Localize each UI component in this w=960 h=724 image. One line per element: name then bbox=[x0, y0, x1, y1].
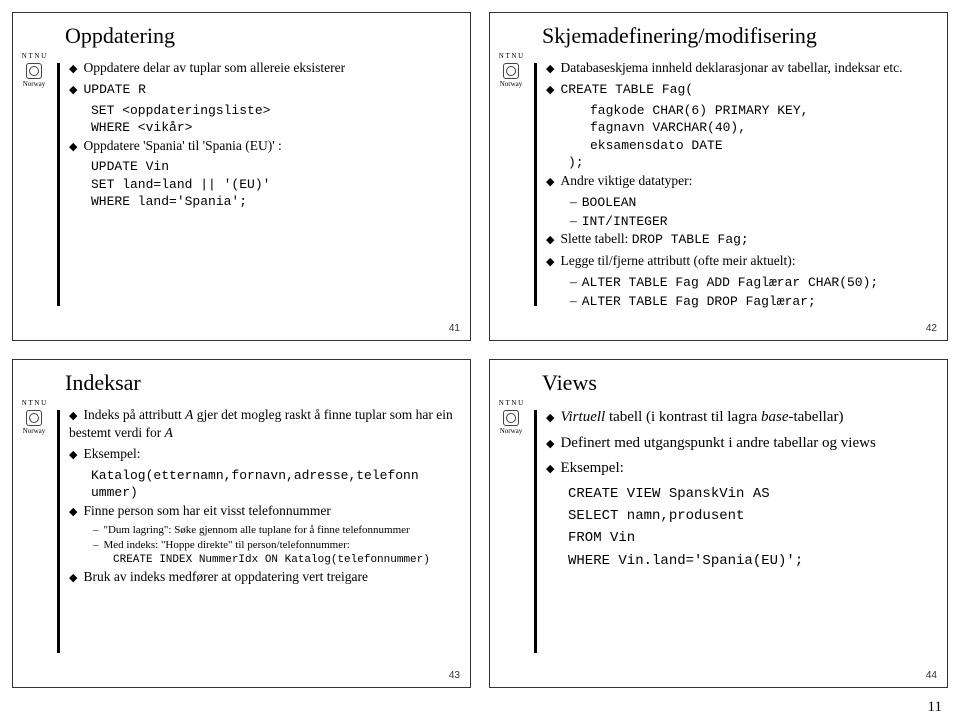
code-line: SELECT namn,produsent bbox=[568, 505, 933, 527]
code-line: eksamensdato DATE bbox=[546, 137, 933, 155]
vertical-rule bbox=[534, 63, 537, 306]
logo-bottom: Norway bbox=[496, 428, 526, 436]
slide-44: N T N U Norway Views Virtuell tabell (i … bbox=[489, 359, 948, 688]
ntnu-logo: N T N U Norway bbox=[496, 53, 526, 88]
page-number: 11 bbox=[928, 699, 942, 716]
code-line: SET land=land || '(EU)' bbox=[69, 176, 456, 194]
code-line: WHERE Vin.land='Spania(EU)'; bbox=[568, 550, 933, 572]
logo-bottom: Norway bbox=[19, 81, 49, 89]
code-line: fagnavn VARCHAR(40), bbox=[546, 119, 933, 137]
sub-bullet: INT/INTEGER bbox=[570, 212, 933, 231]
code-line: ummer) bbox=[69, 484, 456, 502]
slide-41: N T N U Norway Oppdatering Oppdatere del… bbox=[12, 12, 471, 341]
slide-title: Views bbox=[542, 370, 933, 396]
bullet: Databaseskjema innheld deklarasjonar av … bbox=[546, 59, 933, 77]
logo-top: N T N U bbox=[496, 53, 526, 61]
slide-content: Indeks på attributt A gjer det mogleg ra… bbox=[69, 406, 456, 589]
bullet: Definert med utgangspunkt i andre tabell… bbox=[546, 432, 933, 455]
slide-content: Databaseskjema innheld deklarasjonar av … bbox=[546, 59, 933, 310]
bullet: Oppdatere delar av tuplar som allereie e… bbox=[69, 59, 456, 77]
bullet: UPDATE R bbox=[69, 80, 456, 99]
sub-bullet: BOOLEAN bbox=[570, 193, 933, 212]
code-line: ); bbox=[546, 154, 933, 172]
code-line: CREATE VIEW SpanskVin AS bbox=[568, 483, 933, 505]
code-line: fagkode CHAR(6) PRIMARY KEY, bbox=[546, 102, 933, 120]
vertical-rule bbox=[57, 410, 60, 653]
code-line: FROM Vin bbox=[568, 527, 933, 549]
sub-bullet: Med indeks: "Hoppe direkte" til person/t… bbox=[93, 538, 456, 553]
bullet: Slette tabell: DROP TABLE Fag; bbox=[546, 230, 933, 249]
slide-number: 41 bbox=[449, 323, 460, 334]
slide-title: Indeksar bbox=[65, 370, 456, 396]
sub-bullet: ALTER TABLE Fag DROP Faglærar; bbox=[570, 292, 933, 311]
vertical-rule bbox=[57, 63, 60, 306]
logo-icon bbox=[26, 410, 42, 426]
logo-bottom: Norway bbox=[19, 428, 49, 436]
bullet: Oppdatere 'Spania' til 'Spania (EU)' : bbox=[69, 137, 456, 155]
slide-number: 42 bbox=[926, 323, 937, 334]
bullet: Virtuell tabell (i kontrast til lagra ba… bbox=[546, 406, 933, 429]
code-line: CREATE INDEX NummerIdx ON Katalog(telefo… bbox=[69, 553, 456, 568]
bullet: Eksempel: bbox=[546, 457, 933, 480]
slide-number: 44 bbox=[926, 670, 937, 681]
bullet: Eksempel: bbox=[69, 445, 456, 463]
logo-bottom: Norway bbox=[496, 81, 526, 89]
sub-bullet: "Dum lagring": Søke gjennom alle tuplane… bbox=[93, 523, 456, 538]
code-line: WHERE <vikår> bbox=[69, 119, 456, 137]
logo-icon bbox=[503, 63, 519, 79]
slide-title: Oppdatering bbox=[65, 23, 456, 49]
logo-icon bbox=[503, 410, 519, 426]
logo-icon bbox=[26, 63, 42, 79]
vertical-rule bbox=[534, 410, 537, 653]
bullet: Legge til/fjerne attributt (ofte meir ak… bbox=[546, 252, 933, 270]
slide-title: Skjemadefinering/modifisering bbox=[542, 23, 933, 49]
slide-43: N T N U Norway Indeksar Indeks på attrib… bbox=[12, 359, 471, 688]
logo-top: N T N U bbox=[496, 400, 526, 408]
code-line: WHERE land='Spania'; bbox=[69, 193, 456, 211]
bullet: Andre viktige datatyper: bbox=[546, 172, 933, 190]
slide-number: 43 bbox=[449, 670, 460, 681]
bullet: Bruk av indeks medfører at oppdatering v… bbox=[69, 568, 456, 586]
slide-grid: N T N U Norway Oppdatering Oppdatere del… bbox=[0, 0, 960, 724]
bullet: CREATE TABLE Fag( bbox=[546, 80, 933, 99]
logo-top: N T N U bbox=[19, 53, 49, 61]
slide-content: Virtuell tabell (i kontrast til lagra ba… bbox=[546, 406, 933, 572]
logo-top: N T N U bbox=[19, 400, 49, 408]
code-line: UPDATE Vin bbox=[69, 158, 456, 176]
code-line: Katalog(etternamn,fornavn,adresse,telefo… bbox=[69, 467, 456, 485]
slide-42: N T N U Norway Skjemadefinering/modifise… bbox=[489, 12, 948, 341]
ntnu-logo: N T N U Norway bbox=[19, 53, 49, 88]
ntnu-logo: N T N U Norway bbox=[19, 400, 49, 435]
ntnu-logo: N T N U Norway bbox=[496, 400, 526, 435]
bullet: Finne person som har eit visst telefonnu… bbox=[69, 502, 456, 520]
bullet: Indeks på attributt A gjer det mogleg ra… bbox=[69, 406, 456, 442]
slide-content: Oppdatere delar av tuplar som allereie e… bbox=[69, 59, 456, 211]
sub-bullet: ALTER TABLE Fag ADD Faglærar CHAR(50); bbox=[570, 273, 933, 292]
code-line: SET <oppdateringsliste> bbox=[69, 102, 456, 120]
